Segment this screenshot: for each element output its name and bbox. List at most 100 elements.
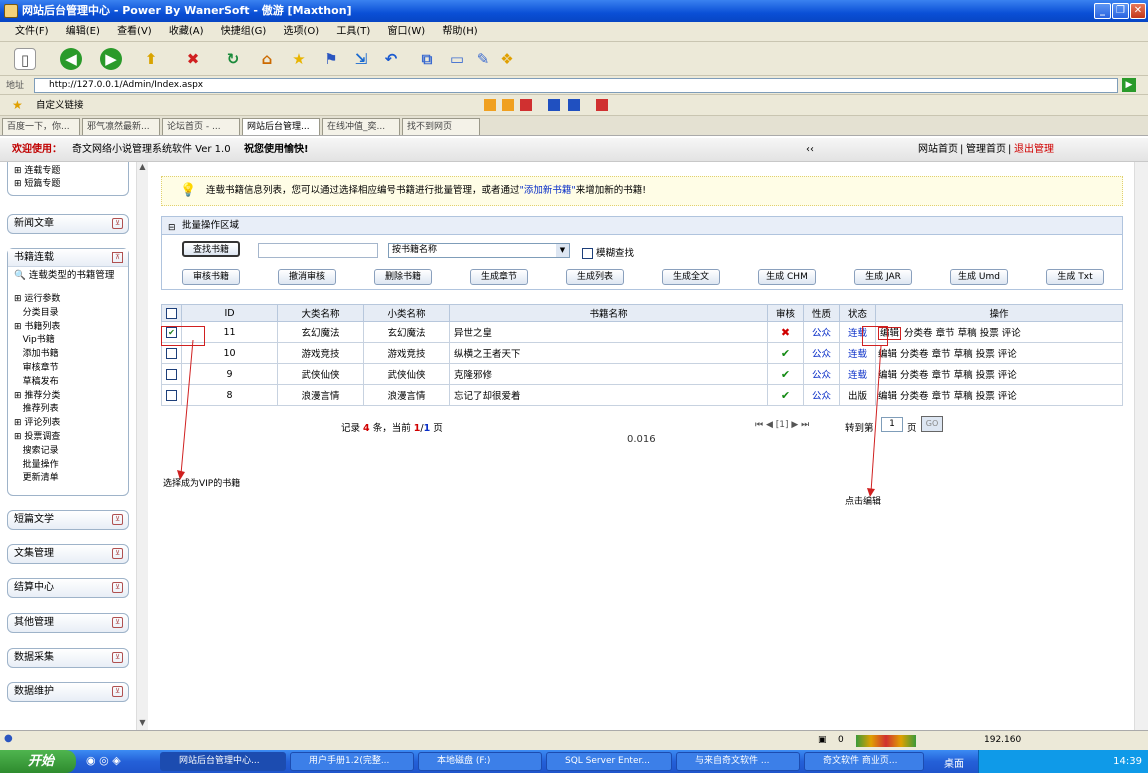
sidebar-section-other[interactable]: 其他管理 ⊻ <box>7 613 129 633</box>
minimize-button[interactable]: _ <box>1094 3 1111 19</box>
expand-icon: ⊻ <box>112 548 123 559</box>
tree-item[interactable]: 草稿发布 <box>14 376 60 390</box>
main-content: 💡 连载书籍信息列表，您可以通过选择相应编号书籍进行批量管理，或者通过"添加新书… <box>149 162 1134 730</box>
sidebar-section-short[interactable]: 短篇文学 ⊻ <box>7 510 129 530</box>
menu-tools[interactable]: 工具(T) <box>329 22 377 42</box>
sidebar-section-settlement[interactable]: 结算中心 ⊻ <box>7 578 129 598</box>
sidebar-item-short-topics[interactable]: ⊞ 短篇专题 <box>14 178 128 191</box>
maximize-button[interactable]: ❐ <box>1112 3 1129 19</box>
sidebar-tree: ⊞ 运行参数 分类目录 ⊞ 书籍列表 Vip书籍 添加书籍 审核章节 草稿发布 … <box>14 293 60 486</box>
tree-item[interactable]: 审核章节 <box>14 362 60 376</box>
menu-file[interactable]: 文件(F) <box>8 22 56 42</box>
close-button[interactable]: ✕ <box>1130 3 1146 19</box>
expand-icon: ⊻ <box>112 686 123 697</box>
tree-item[interactable]: ⊞ 运行参数 <box>14 293 60 307</box>
sidebar-section-news[interactable]: 新闻文章 ⊻ <box>7 214 129 234</box>
menu-options[interactable]: 选项(O) <box>277 22 327 42</box>
sidebar-section-books[interactable]: 书籍连载 ⊼ <box>8 249 128 267</box>
menu-edit[interactable]: 编辑(E) <box>59 22 107 42</box>
browser-tab[interactable]: 论坛首页 - ... <box>162 118 240 135</box>
custom-links[interactable]: 自定义链接 <box>36 95 84 116</box>
new-page-icon[interactable]: ▯ <box>14 48 36 70</box>
groups-icon[interactable]: ⚑ <box>320 48 342 70</box>
arrow-line-vip <box>180 339 194 475</box>
red-icon[interactable] <box>520 99 532 111</box>
tree-item[interactable]: 搜索记录 <box>14 445 60 459</box>
favorite-star-icon[interactable]: ★ <box>288 48 310 70</box>
browser-tab[interactable]: 百度一下，你... <box>2 118 80 135</box>
menu-favorites[interactable]: 收藏(A) <box>162 22 211 42</box>
back-icon[interactable]: ◀ <box>60 48 82 70</box>
plugin-icon[interactable]: ❖ <box>496 48 518 70</box>
refresh-icon[interactable]: ↻ <box>222 48 244 70</box>
browser-tab[interactable]: 找不到网页 <box>402 118 480 135</box>
home-icon[interactable]: ⌂ <box>256 48 278 70</box>
task-qiwen-chat[interactable]: 与来自奇文软件 ... <box>676 752 800 771</box>
admin-home-link[interactable]: 管理首页 <box>966 138 1006 162</box>
collapse-icon[interactable]: ‹‹ <box>806 138 814 162</box>
print-icon[interactable] <box>568 99 580 111</box>
taskbar: 开始 ◉ ◎ ◈ 网站后台管理中心... 用户手册1.2(完整... 本地磁盘 … <box>0 750 1148 773</box>
clock: 14:39 <box>1113 756 1142 767</box>
task-sql-server[interactable]: SQL Server Enter... <box>546 752 672 771</box>
undo-icon[interactable]: ↶ <box>380 48 402 70</box>
menu-bar: 文件(F) 编辑(E) 查看(V) 收藏(A) 快捷组(G) 选项(O) 工具(… <box>0 22 1148 42</box>
save-icon[interactable] <box>548 99 560 111</box>
tree-item[interactable]: 分类目录 <box>14 307 60 321</box>
browser-tab[interactable]: 在线冲值_奕... <box>322 118 400 135</box>
quicklaunch-icons[interactable]: ◉ ◎ ◈ <box>86 754 121 767</box>
start-button[interactable]: 开始 <box>0 750 76 773</box>
sidebar-scrollbar[interactable]: ▲ ▼ <box>136 162 148 730</box>
orange-icon-2[interactable] <box>502 99 514 111</box>
tree-item[interactable]: ⊞ 书籍列表 <box>14 321 60 335</box>
up-icon[interactable]: ⬆ <box>140 48 162 70</box>
menu-window[interactable]: 窗口(W) <box>380 22 432 42</box>
sidebar-section-collect[interactable]: 数据采集 ⊻ <box>7 648 129 668</box>
site-home-link[interactable]: 网站首页 <box>918 138 958 162</box>
expand-icon: ⊻ <box>112 652 123 663</box>
split-icon[interactable]: ⧉ <box>416 48 438 70</box>
tree-item[interactable]: 更新清单 <box>14 472 60 486</box>
tree-item[interactable]: ⊞ 推荐分类 <box>14 390 60 404</box>
links-bar: ★ 自定义链接 <box>0 95 1148 116</box>
stop-icon[interactable]: ✖ <box>182 48 204 70</box>
browser-toolbar: ▯ ◀ ▶ ⬆ ✖ ↻ ⌂ ★ ⚑ ⇲ ↶ ⧉ ▭ ✎ ❖ <box>0 42 1148 76</box>
tree-item[interactable]: 添加书籍 <box>14 348 60 362</box>
status-bar: ● ▣ 0 192.160 <box>0 730 1148 750</box>
pin-icon[interactable]: ⇲ <box>350 48 372 70</box>
status-ip: 192.160 <box>984 735 1022 745</box>
sidebar-item-serial-topics[interactable]: ⊞ 连载专题 <box>14 165 128 178</box>
sidebar-section-anthology[interactable]: 文集管理 ⊻ <box>7 544 129 564</box>
main-scrollbar[interactable] <box>1134 162 1148 730</box>
task-qiwen-page[interactable]: 奇文软件 商业页... <box>804 752 924 771</box>
tree-item[interactable]: ⊞ 评论列表 <box>14 417 60 431</box>
app-header: 欢迎使用： 奇文网络小说管理系统软件 Ver 1.0 祝您使用愉快! ‹‹ 网站… <box>0 138 1148 162</box>
tree-item[interactable]: ⊞ 投票调查 <box>14 431 60 445</box>
menu-help[interactable]: 帮助(H) <box>435 22 484 42</box>
sidebar-section-maintenance[interactable]: 数据维护 ⊻ <box>7 682 129 702</box>
window-icon[interactable]: ▭ <box>446 48 468 70</box>
task-admin-center[interactable]: 网站后台管理中心... <box>160 752 286 771</box>
menu-groups[interactable]: 快捷组(G) <box>214 22 274 42</box>
browser-tab-active[interactable]: 网站后台管理... <box>242 118 320 135</box>
tree-item[interactable]: 推荐列表 <box>14 403 60 417</box>
scroll-up-icon: ▲ <box>139 162 146 171</box>
tree-item[interactable]: 批量操作 <box>14 459 60 473</box>
maxthon-app-icon <box>4 4 18 18</box>
tree-item-vip[interactable]: Vip书籍 <box>14 334 60 348</box>
task-local-disk[interactable]: 本地磁盘 (F:) <box>418 752 542 771</box>
expand-icon: ⊻ <box>112 582 123 593</box>
scroll-down-icon: ▼ <box>139 718 146 727</box>
edit-page-icon[interactable]: ✎ <box>472 48 494 70</box>
orange-icon[interactable] <box>484 99 496 111</box>
forward-icon[interactable]: ▶ <box>100 48 122 70</box>
menu-view[interactable]: 查看(V) <box>110 22 159 42</box>
close-tab-icon[interactable] <box>596 99 608 111</box>
desktop-label[interactable]: 桌面 <box>944 755 964 770</box>
welcome-label: 欢迎使用： <box>12 144 62 155</box>
task-user-manual[interactable]: 用户手册1.2(完整... <box>290 752 414 771</box>
logout-link[interactable]: 退出管理 <box>1014 138 1054 162</box>
go-icon[interactable]: ▶ <box>1122 78 1136 92</box>
url-input[interactable]: http://127.0.0.1/Admin/Index.aspx <box>34 78 1118 93</box>
browser-tab[interactable]: 邪气凛然最新... <box>82 118 160 135</box>
